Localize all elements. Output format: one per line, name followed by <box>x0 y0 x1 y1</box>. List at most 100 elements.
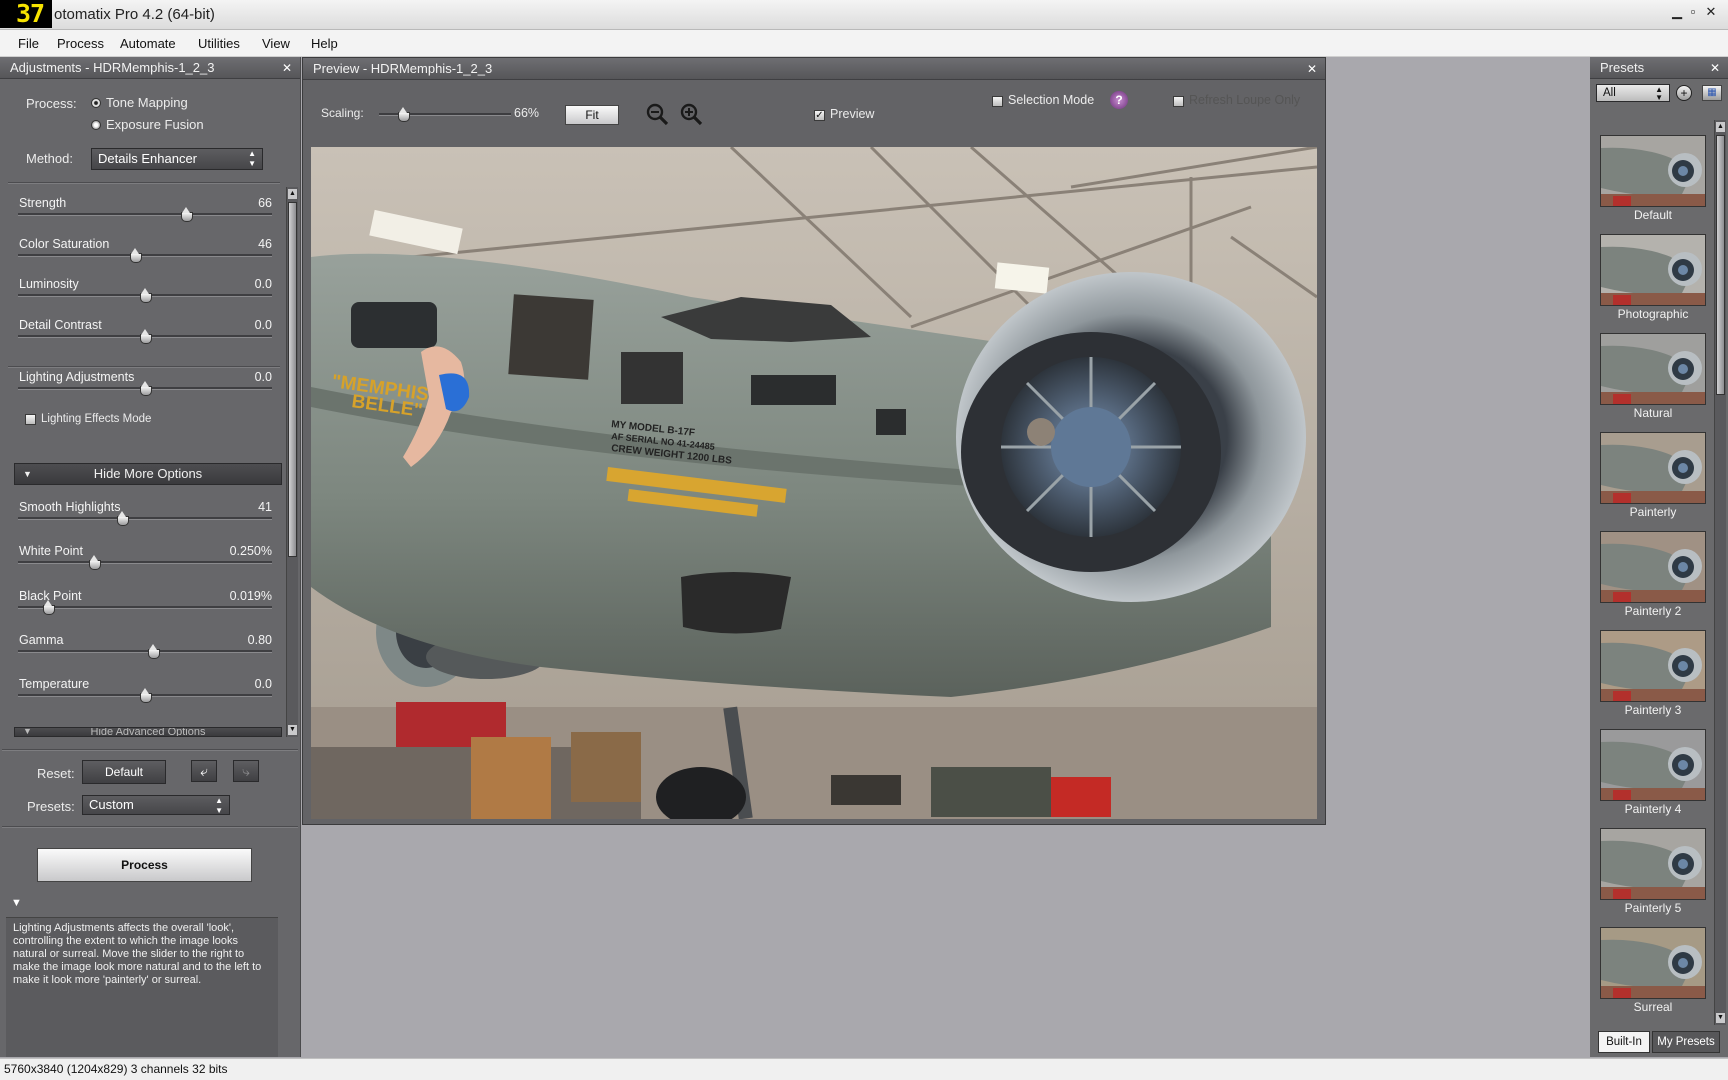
scaling-slider-thumb[interactable] <box>398 107 410 122</box>
scroll-thumb[interactable] <box>288 202 297 557</box>
preset-thumbnail[interactable] <box>1600 927 1706 999</box>
slider-value: 41 <box>258 500 272 514</box>
slider-value: 0.0 <box>254 318 272 332</box>
hide-more-options-button[interactable]: ▼ Hide More Options <box>14 463 282 485</box>
menu-file[interactable]: File <box>18 36 39 51</box>
slider-thumb[interactable] <box>180 207 193 222</box>
add-preset-icon[interactable]: + <box>1676 85 1692 101</box>
preset-thumbnail[interactable] <box>1600 828 1706 900</box>
maximize-button[interactable]: ▫ <box>1686 4 1700 22</box>
fit-button[interactable]: Fit <box>565 105 619 125</box>
presets-scrollbar[interactable]: ▲ ▼ <box>1714 120 1726 1025</box>
close-icon[interactable]: ✕ <box>282 57 292 79</box>
menu-utilities[interactable]: Utilities <box>198 36 240 51</box>
scroll-up-icon[interactable]: ▲ <box>1716 122 1725 132</box>
slider-track[interactable] <box>18 561 272 564</box>
redo-icon[interactable]: ⤷ <box>233 760 259 782</box>
lighting-effects-checkbox[interactable] <box>25 414 36 425</box>
preset-item[interactable]: Photographic <box>1600 234 1706 329</box>
minimize-button[interactable]: ▁ <box>1670 4 1684 22</box>
selection-mode-checkbox[interactable] <box>992 96 1003 107</box>
tone-mapping-label[interactable]: Tone Mapping <box>106 95 188 110</box>
preset-thumbnail[interactable] <box>1600 729 1706 801</box>
slider-thumb[interactable] <box>147 644 160 659</box>
preset-item[interactable]: Painterly <box>1600 432 1706 527</box>
collapse-help-icon[interactable]: ▼ <box>11 897 22 909</box>
zoom-in-icon[interactable] <box>679 102 703 126</box>
zoom-out-icon[interactable] <box>645 102 669 126</box>
slider-label: Lighting Adjustments <box>19 370 135 384</box>
preset-item[interactable]: Painterly 3 <box>1600 630 1706 725</box>
preview-image[interactable]: "MEMPHIS BELLE" MY MODEL B-17F AF SERIAL… <box>311 147 1317 819</box>
slider-thumb[interactable] <box>140 688 152 703</box>
hide-advanced-options-button[interactable]: ▼ Hide Advanced Options <box>14 727 282 737</box>
menu-help[interactable]: Help <box>311 36 338 51</box>
close-icon[interactable]: ✕ <box>1307 58 1317 80</box>
preset-label: Painterly 5 <box>1624 901 1682 915</box>
close-icon[interactable]: ✕ <box>1710 57 1720 79</box>
preset-thumbnail[interactable] <box>1600 630 1706 702</box>
slider-label: Strength <box>19 196 67 210</box>
menu-bar: File Process Automate Utilities View Hel… <box>0 30 1728 57</box>
reset-default-button[interactable]: Default <box>82 760 166 784</box>
triangle-down-icon: ▼ <box>23 469 32 479</box>
preset-thumbnail[interactable] <box>1600 333 1706 405</box>
preset-item[interactable]: Surreal <box>1600 927 1706 1022</box>
slider-thumb[interactable] <box>140 288 152 303</box>
slider-thumb[interactable] <box>129 248 142 263</box>
method-select[interactable]: Details Enhancer ▲ ▼ <box>91 148 263 170</box>
slider-thumb[interactable] <box>89 555 102 570</box>
scroll-down-icon[interactable]: ▼ <box>1716 1013 1725 1023</box>
slider-track[interactable] <box>18 517 272 520</box>
exposure-fusion-radio[interactable] <box>91 120 101 130</box>
selection-mode-label: Selection Mode <box>1008 93 1095 107</box>
tab-my-presets[interactable]: My Presets <box>1652 1031 1720 1053</box>
presets-select[interactable]: Custom ▲ ▼ <box>82 795 230 815</box>
fps-counter: 37 <box>0 0 52 28</box>
preset-item[interactable]: Natural <box>1600 333 1706 428</box>
preview-checkbox[interactable]: ✓ <box>814 110 825 121</box>
lighting-effects-label: Lighting Effects Mode <box>41 413 152 425</box>
slider-thumb[interactable] <box>140 329 152 344</box>
preset-filter-select[interactable]: All ▲ ▼ <box>1596 84 1670 102</box>
exposure-fusion-label[interactable]: Exposure Fusion <box>106 117 204 132</box>
slider-track[interactable] <box>18 254 272 257</box>
refresh-loupe-checkbox[interactable] <box>1173 96 1184 107</box>
preset-thumbnail[interactable] <box>1600 432 1706 504</box>
undo-icon[interactable]: ⤶ <box>191 760 217 782</box>
preset-item[interactable]: Painterly 4 <box>1600 729 1706 824</box>
process-button[interactable]: Process <box>37 848 252 882</box>
reset-label: Reset: <box>37 766 75 781</box>
preview-header: Preview - HDRMemphis-1_2_3 ✕ <box>303 58 1325 80</box>
slider-track[interactable] <box>18 213 272 216</box>
preset-item[interactable]: Painterly 2 <box>1600 531 1706 626</box>
slider-value: 0.0 <box>254 277 272 291</box>
menu-view[interactable]: View <box>262 36 290 51</box>
scroll-up-icon[interactable]: ▲ <box>288 189 297 199</box>
close-window-button[interactable]: ✕ <box>1704 4 1718 22</box>
preset-item[interactable]: Default <box>1600 135 1706 230</box>
menu-process[interactable]: Process <box>57 36 104 51</box>
menu-automate[interactable]: Automate <box>120 36 176 51</box>
grid-view-icon[interactable]: ▦ <box>1702 85 1722 101</box>
tab-built-in[interactable]: Built-In <box>1598 1031 1650 1053</box>
scroll-thumb[interactable] <box>1716 135 1725 395</box>
preset-thumbnail[interactable] <box>1600 234 1706 306</box>
scroll-down-icon[interactable]: ▼ <box>288 725 297 735</box>
tone-mapping-radio[interactable] <box>91 98 101 108</box>
spin-arrows-icon: ▲ ▼ <box>215 796 223 815</box>
slider-label: White Point <box>19 544 83 558</box>
preset-thumbnail[interactable] <box>1600 531 1706 603</box>
adjustments-scrollbar[interactable]: ▲ ▼ <box>286 187 298 737</box>
presets-label: Presets: <box>27 799 75 814</box>
preset-item[interactable]: Painterly 5 <box>1600 828 1706 923</box>
slider-thumb[interactable] <box>140 381 152 396</box>
slider-track[interactable] <box>18 650 272 653</box>
slider-thumb[interactable] <box>43 600 56 615</box>
slider-value: 66 <box>258 196 272 210</box>
slider-thumb[interactable] <box>117 511 130 526</box>
help-icon[interactable]: ? <box>1110 91 1128 109</box>
preset-thumbnail[interactable] <box>1600 135 1706 207</box>
preset-label: Surreal <box>1633 1000 1673 1014</box>
slider-track[interactable] <box>18 606 272 609</box>
